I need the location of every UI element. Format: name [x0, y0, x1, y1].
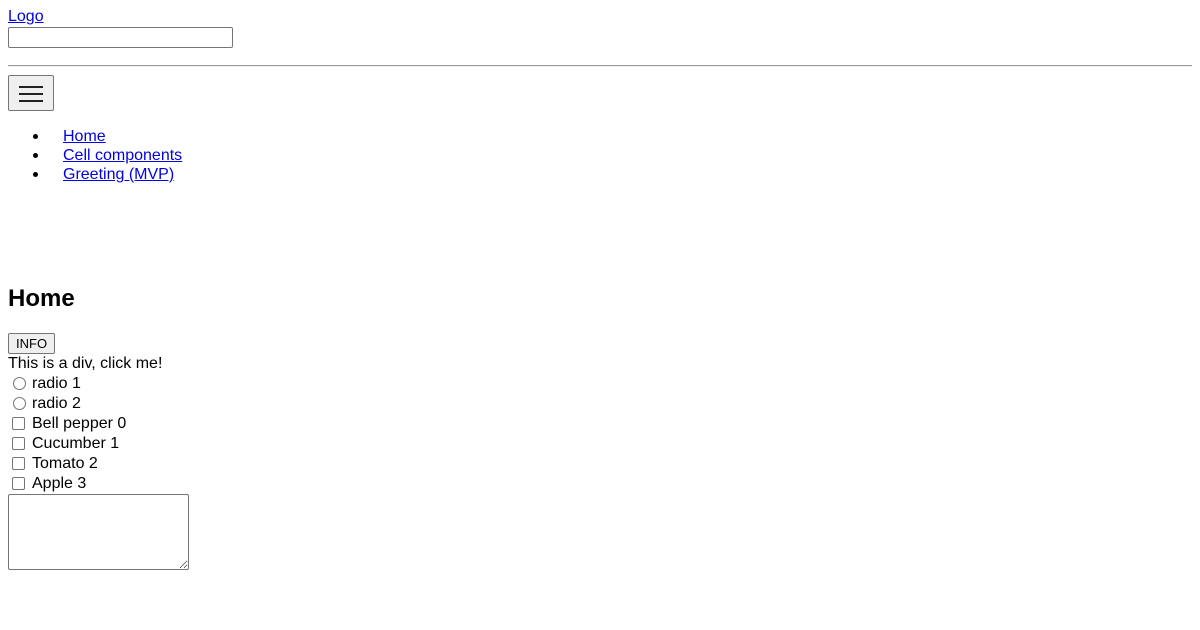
- checkbox-label: Tomato 2: [32, 455, 98, 472]
- nav-link-greeting[interactable]: Greeting (MVP): [63, 166, 174, 183]
- logo-link[interactable]: Logo: [8, 8, 44, 26]
- bullet-icon: [33, 134, 38, 139]
- radio-label: radio 2: [32, 395, 81, 412]
- nav-item-cell-components: Cell components: [8, 146, 182, 165]
- radio-button[interactable]: [13, 397, 26, 410]
- checkbox[interactable]: [12, 457, 25, 470]
- menu-toggle-button[interactable]: [8, 75, 54, 111]
- info-button[interactable]: INFO: [8, 333, 56, 354]
- nav-list: Home Cell components Greeting (MVP): [8, 127, 182, 184]
- radio-button[interactable]: [13, 377, 26, 390]
- search-input[interactable]: [8, 27, 233, 48]
- header-divider: [8, 65, 1192, 67]
- radio-label: radio 1: [32, 375, 81, 392]
- clickable-div[interactable]: This is a div, click me!: [8, 355, 162, 373]
- nav-link-home[interactable]: Home: [63, 128, 106, 145]
- bullet-icon: [33, 153, 38, 158]
- nav-item-home: Home: [8, 127, 182, 146]
- checkbox[interactable]: [12, 417, 25, 430]
- bullet-icon: [33, 172, 38, 177]
- checkbox-label: Apple 3: [32, 475, 87, 492]
- checkbox[interactable]: [12, 477, 25, 490]
- checkbox-label: Cucumber 1: [32, 435, 120, 452]
- page-title: Home: [8, 285, 75, 312]
- text-area[interactable]: [8, 494, 189, 570]
- nav-link-cell-components[interactable]: Cell components: [63, 147, 182, 164]
- nav-item-greeting: Greeting (MVP): [8, 165, 182, 184]
- checkbox-label: Bell pepper 0: [32, 415, 127, 432]
- checkbox[interactable]: [12, 437, 25, 450]
